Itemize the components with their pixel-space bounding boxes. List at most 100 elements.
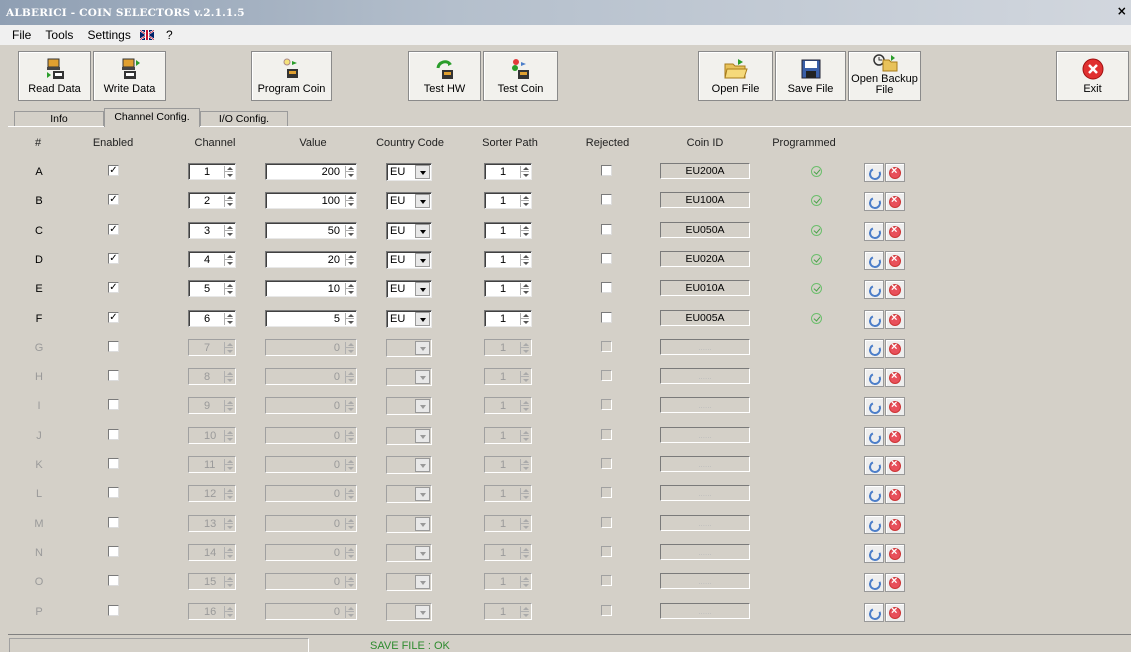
sorter-path-spinner[interactable]: 1 [484, 368, 532, 385]
enabled-checkbox[interactable] [108, 341, 119, 352]
refresh-icon[interactable] [864, 573, 884, 592]
rejected-checkbox[interactable] [601, 341, 612, 352]
refresh-icon[interactable] [864, 339, 884, 358]
channel-spinner[interactable]: 8 [188, 368, 236, 385]
spinner-arrows-icon[interactable] [345, 606, 354, 618]
dropdown-arrow-icon[interactable] [415, 458, 430, 472]
dropdown-arrow-icon[interactable] [415, 429, 430, 443]
dropdown-arrow-icon[interactable] [415, 341, 430, 355]
value-spinner[interactable]: 10 [265, 280, 357, 297]
channel-spinner[interactable]: 13 [188, 515, 236, 532]
channel-spinner[interactable]: 14 [188, 544, 236, 561]
dropdown-arrow-icon[interactable] [415, 546, 430, 560]
value-spinner[interactable]: 0 [265, 515, 357, 532]
reset-icon[interactable] [885, 427, 905, 446]
spinner-arrows-icon[interactable] [520, 371, 529, 383]
spinner-arrows-icon[interactable] [345, 459, 354, 471]
channel-spinner[interactable]: 11 [188, 456, 236, 473]
spinner-arrows-icon[interactable] [224, 371, 233, 383]
reset-icon[interactable] [885, 192, 905, 211]
enabled-checkbox[interactable] [108, 546, 119, 557]
rejected-checkbox[interactable] [601, 399, 612, 410]
test-coin-button[interactable]: Test Coin [483, 51, 558, 101]
refresh-icon[interactable] [864, 485, 884, 504]
country-code-select[interactable] [386, 427, 432, 445]
spinner-arrows-icon[interactable] [345, 518, 354, 530]
sorter-path-spinner[interactable]: 1 [484, 515, 532, 532]
spinner-arrows-icon[interactable] [520, 488, 529, 500]
enabled-checkbox[interactable]: ✓ [108, 312, 119, 323]
sorter-path-spinner[interactable]: 1 [484, 222, 532, 239]
refresh-icon[interactable] [864, 280, 884, 299]
sorter-path-spinner[interactable]: 1 [484, 456, 532, 473]
country-code-select[interactable]: EU [386, 192, 432, 210]
channel-spinner[interactable]: 16 [188, 603, 236, 620]
spinner-arrows-icon[interactable] [520, 459, 529, 471]
rejected-checkbox[interactable] [601, 194, 612, 205]
sorter-path-spinner[interactable]: 1 [484, 573, 532, 590]
rejected-checkbox[interactable] [601, 165, 612, 176]
enabled-checkbox[interactable]: ✓ [108, 165, 119, 176]
close-icon[interactable]: × [1117, 4, 1127, 18]
channel-spinner[interactable]: 9 [188, 397, 236, 414]
spinner-arrows-icon[interactable] [520, 518, 529, 530]
reset-icon[interactable] [885, 456, 905, 475]
enabled-checkbox[interactable]: ✓ [108, 224, 119, 235]
country-code-select[interactable] [386, 573, 432, 591]
spinner-arrows-icon[interactable] [224, 576, 233, 588]
spinner-arrows-icon[interactable] [224, 488, 233, 500]
spinner-arrows-icon[interactable] [224, 195, 233, 207]
value-spinner[interactable]: 0 [265, 573, 357, 590]
spinner-arrows-icon[interactable] [345, 576, 354, 588]
country-code-select[interactable] [386, 515, 432, 533]
tab-info[interactable]: Info [14, 111, 104, 127]
enabled-checkbox[interactable] [108, 605, 119, 616]
sorter-path-spinner[interactable]: 1 [484, 251, 532, 268]
spinner-arrows-icon[interactable] [520, 342, 529, 354]
spinner-arrows-icon[interactable] [520, 606, 529, 618]
enabled-checkbox[interactable] [108, 487, 119, 498]
spinner-arrows-icon[interactable] [224, 254, 233, 266]
spinner-arrows-icon[interactable] [345, 371, 354, 383]
reset-icon[interactable] [885, 163, 905, 182]
reset-icon[interactable] [885, 251, 905, 270]
spinner-arrows-icon[interactable] [224, 400, 233, 412]
enabled-checkbox[interactable] [108, 575, 119, 586]
sorter-path-spinner[interactable]: 1 [484, 339, 532, 356]
dropdown-arrow-icon[interactable] [415, 312, 430, 326]
sorter-path-spinner[interactable]: 1 [484, 485, 532, 502]
channel-spinner[interactable]: 2 [188, 192, 236, 209]
channel-spinner[interactable]: 5 [188, 280, 236, 297]
value-spinner[interactable]: 0 [265, 427, 357, 444]
channel-spinner[interactable]: 6 [188, 310, 236, 327]
country-code-select[interactable]: EU [386, 222, 432, 240]
test-hw-button[interactable]: Test HW [408, 51, 481, 101]
menu-help[interactable]: ? [166, 28, 173, 42]
refresh-icon[interactable] [864, 251, 884, 270]
spinner-arrows-icon[interactable] [345, 313, 354, 325]
rejected-checkbox[interactable] [601, 605, 612, 616]
read-data-button[interactable]: Read Data [18, 51, 91, 101]
spinner-arrows-icon[interactable] [345, 283, 354, 295]
refresh-icon[interactable] [864, 603, 884, 622]
write-data-button[interactable]: Write Data [93, 51, 166, 101]
refresh-icon[interactable] [864, 192, 884, 211]
value-spinner[interactable]: 5 [265, 310, 357, 327]
country-code-select[interactable]: EU [386, 163, 432, 181]
spinner-arrows-icon[interactable] [224, 606, 233, 618]
sorter-path-spinner[interactable]: 1 [484, 280, 532, 297]
spinner-arrows-icon[interactable] [224, 547, 233, 559]
reset-icon[interactable] [885, 573, 905, 592]
open-backup-file-button[interactable]: Open Backup File [848, 51, 921, 101]
refresh-icon[interactable] [864, 427, 884, 446]
dropdown-arrow-icon[interactable] [415, 487, 430, 501]
enabled-checkbox[interactable] [108, 517, 119, 528]
dropdown-arrow-icon[interactable] [415, 224, 430, 238]
rejected-checkbox[interactable] [601, 282, 612, 293]
dropdown-arrow-icon[interactable] [415, 370, 430, 384]
spinner-arrows-icon[interactable] [224, 225, 233, 237]
spinner-arrows-icon[interactable] [520, 166, 529, 178]
country-code-select[interactable] [386, 603, 432, 621]
value-spinner[interactable]: 0 [265, 544, 357, 561]
sorter-path-spinner[interactable]: 1 [484, 397, 532, 414]
